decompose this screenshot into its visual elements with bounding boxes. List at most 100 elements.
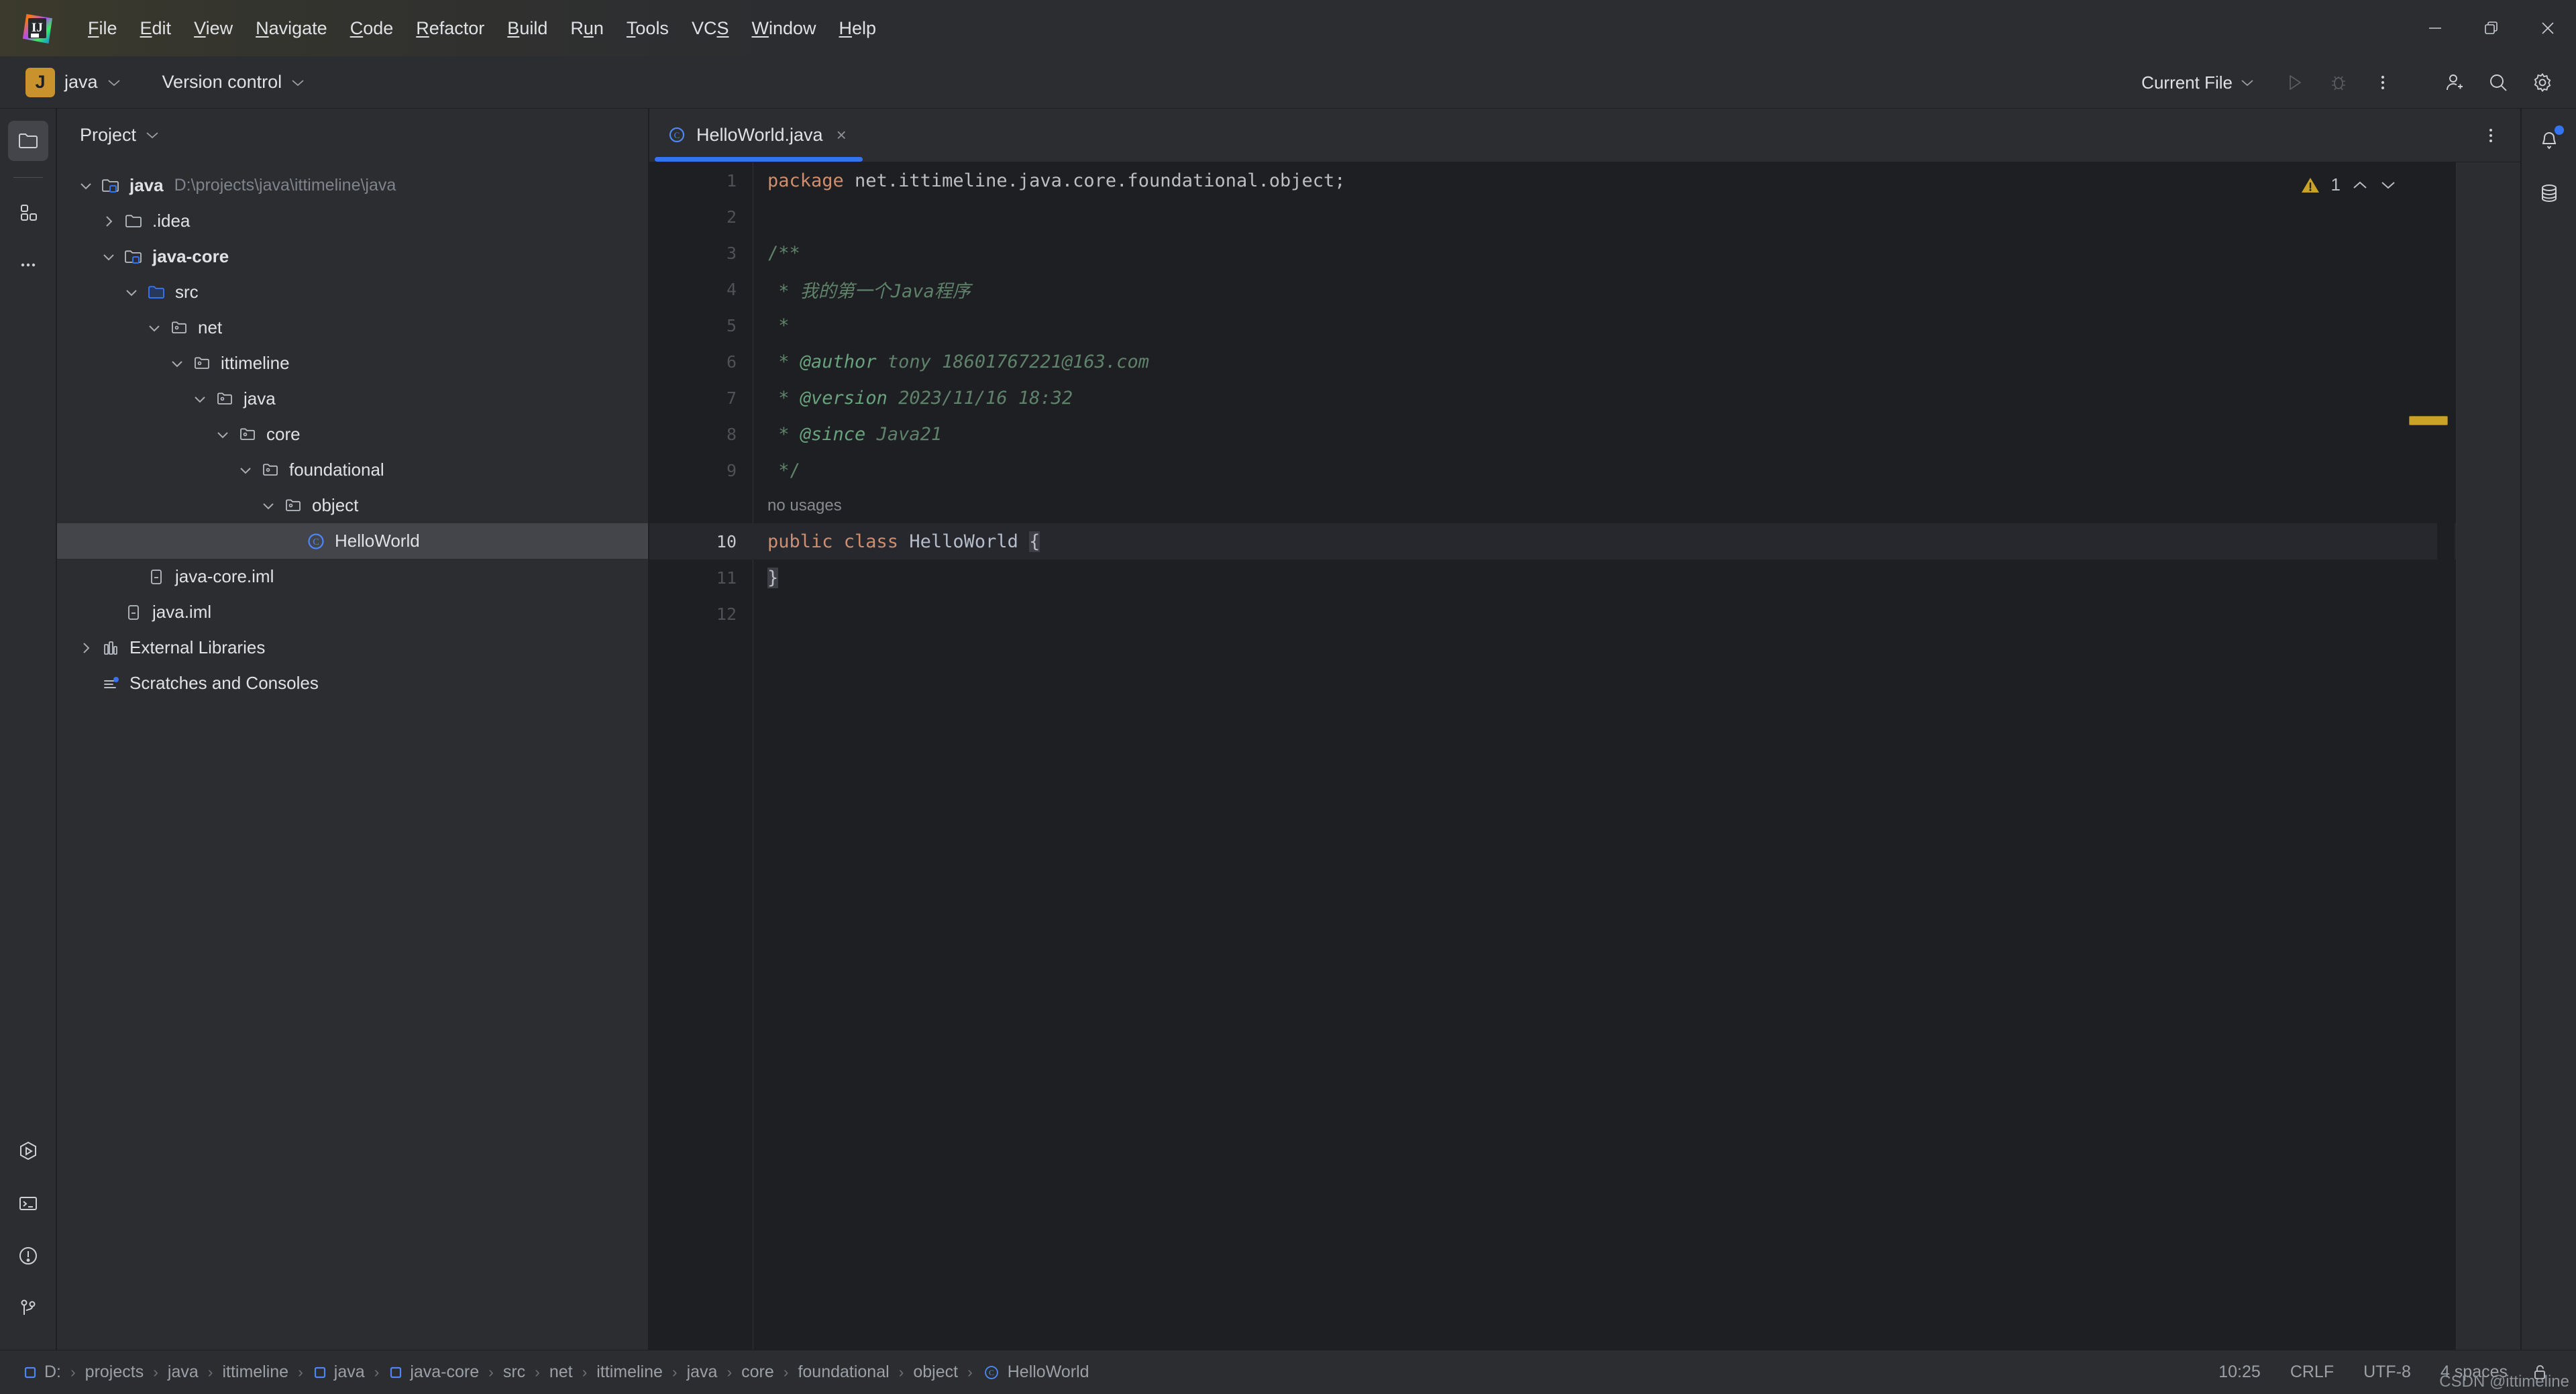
tree-node--idea[interactable]: .idea xyxy=(57,203,648,239)
prev-problem-icon[interactable] xyxy=(2351,180,2369,191)
tree-node-java-core-iml[interactable]: java-core.iml xyxy=(57,559,648,594)
tree-node-foundational[interactable]: foundational xyxy=(57,452,648,488)
error-stripe-rail[interactable] xyxy=(2409,162,2455,1350)
menu-view[interactable]: View xyxy=(182,13,244,43)
menu-navigate[interactable]: Navigate xyxy=(244,13,339,43)
code-editor[interactable]: 1 package net.ittimeline.java.core.founda… xyxy=(649,162,2520,1350)
breadcrumb-item[interactable]: java xyxy=(307,1360,370,1385)
minimize-icon[interactable] xyxy=(2407,0,2463,56)
tree-node-java-iml[interactable]: java.iml xyxy=(57,594,648,630)
debug-icon[interactable] xyxy=(2318,62,2359,103)
menu-build[interactable]: Build xyxy=(496,13,559,43)
chevron-down-icon[interactable] xyxy=(234,466,257,474)
inlay-hint-no-usages[interactable]: no usages xyxy=(649,488,2520,523)
run-icon[interactable] xyxy=(2274,62,2314,103)
run-configuration-selector[interactable]: Current File xyxy=(2132,67,2263,99)
tree-node-external-libraries[interactable]: External Libraries xyxy=(57,630,648,665)
breadcrumb-item[interactable]: java xyxy=(162,1360,204,1385)
line-separator[interactable]: CRLF xyxy=(2275,1357,2349,1387)
breadcrumb-item[interactable]: foundational xyxy=(792,1360,894,1385)
menu-vcs[interactable]: VCS xyxy=(680,13,741,43)
restore-icon[interactable] xyxy=(2463,0,2520,56)
chevron-down-icon[interactable] xyxy=(211,431,234,439)
code-line[interactable]: 10 public class HelloWorld { xyxy=(649,523,2520,559)
code-line[interactable]: 5 * xyxy=(649,307,2520,343)
warning-marker[interactable] xyxy=(2409,416,2448,425)
add-user-icon[interactable] xyxy=(2434,62,2474,103)
breadcrumb-item[interactable]: src xyxy=(498,1360,531,1385)
inspections-widget[interactable]: 1 xyxy=(2300,174,2397,195)
sidebar-item-run[interactable] xyxy=(8,1131,48,1171)
close-icon[interactable]: × xyxy=(834,123,849,146)
code-line[interactable]: 3 /** xyxy=(649,235,2520,271)
tree-node-object[interactable]: object xyxy=(57,488,648,523)
sidebar-item-terminal[interactable] xyxy=(8,1183,48,1224)
menu-file[interactable]: File xyxy=(76,13,129,43)
more-vertical-icon[interactable] xyxy=(2363,62,2403,103)
sidebar-item-notifications[interactable] xyxy=(2529,121,2569,161)
tree-node-scratches-and-consoles[interactable]: Scratches and Consoles xyxy=(57,665,648,701)
tree-node-src[interactable]: src xyxy=(57,274,648,310)
chevron-down-icon[interactable] xyxy=(189,395,211,403)
breadcrumb-item[interactable]: java-core xyxy=(383,1360,484,1385)
breadcrumb-item[interactable]: java xyxy=(682,1360,723,1385)
code-line[interactable]: 1 package net.ittimeline.java.core.founda… xyxy=(649,162,2520,199)
tree-node-net[interactable]: net xyxy=(57,310,648,345)
code-line[interactable]: 12 xyxy=(649,596,2520,632)
tree-node-java[interactable]: java xyxy=(57,381,648,417)
version-control-widget[interactable]: Version control xyxy=(154,66,313,98)
menu-window[interactable]: Window xyxy=(740,13,827,43)
breadcrumb-item[interactable]: projects xyxy=(80,1360,150,1385)
breadcrumb-item[interactable]: core xyxy=(736,1360,780,1385)
menu-edit[interactable]: Edit xyxy=(129,13,183,43)
code-line[interactable]: 2 xyxy=(649,199,2520,235)
chevron-down-icon[interactable] xyxy=(166,360,189,368)
search-icon[interactable] xyxy=(2478,62,2518,103)
sidebar-item-commit[interactable] xyxy=(8,193,48,233)
tree-node-helloworld[interactable]: C HelloWorld xyxy=(57,523,648,559)
menu-run[interactable]: Run xyxy=(559,13,615,43)
tab-helloworld-java[interactable]: C HelloWorld.java × xyxy=(649,108,868,162)
menu-help[interactable]: Help xyxy=(828,13,888,43)
menu-tools[interactable]: Tools xyxy=(615,13,680,43)
tree-node-ittimeline[interactable]: ittimeline xyxy=(57,345,648,381)
chevron-down-icon[interactable] xyxy=(120,288,143,297)
sidebar-item-project[interactable] xyxy=(7,121,48,161)
sidebar-item-git[interactable] xyxy=(8,1288,48,1328)
unlocked-padlock-icon[interactable] xyxy=(2522,1355,2557,1390)
sidebar-item-more[interactable] xyxy=(8,245,48,285)
sidebar-item-database[interactable] xyxy=(2529,173,2569,213)
file-encoding[interactable]: UTF-8 xyxy=(2349,1357,2426,1387)
code-line[interactable]: 4 * 我的第一个Java程序 xyxy=(649,271,2520,307)
chevron-right-icon[interactable] xyxy=(74,641,97,655)
tree-node-java-core[interactable]: java-core xyxy=(57,239,648,274)
next-problem-icon[interactable] xyxy=(2379,180,2397,191)
chevron-down-icon[interactable] xyxy=(146,131,159,139)
breadcrumb-item[interactable]: ittimeline xyxy=(591,1360,668,1385)
breadcrumb-item[interactable]: C HelloWorld xyxy=(977,1360,1095,1385)
chevron-down-icon[interactable] xyxy=(257,502,280,510)
chevron-down-icon[interactable] xyxy=(97,253,120,261)
code-line[interactable]: 11} xyxy=(649,559,2520,596)
sidebar-item-problems[interactable] xyxy=(8,1236,48,1276)
code-line[interactable]: 8 * @since Java21 xyxy=(649,416,2520,452)
project-selector[interactable]: J java xyxy=(17,64,129,101)
gear-icon[interactable] xyxy=(2522,62,2563,103)
tree-node-java[interactable]: java D:\projects\java\ittimeline\java xyxy=(57,168,648,203)
code-line[interactable]: 7 * @version 2023/11/16 18:32 xyxy=(649,380,2520,416)
editor-scrollbar[interactable] xyxy=(2456,162,2520,1350)
caret-position[interactable]: 10:25 xyxy=(2204,1357,2275,1387)
breadcrumb-item[interactable]: net xyxy=(544,1360,578,1385)
indent-setting[interactable]: 4 spaces xyxy=(2426,1357,2522,1387)
chevron-down-icon[interactable] xyxy=(74,182,97,190)
code-line[interactable]: 9 */ xyxy=(649,452,2520,488)
breadcrumb-item[interactable]: D: xyxy=(17,1360,66,1385)
menu-refactor[interactable]: Refactor xyxy=(405,13,496,43)
more-vertical-icon[interactable] xyxy=(2471,115,2511,156)
tree-node-core[interactable]: core xyxy=(57,417,648,452)
chevron-down-icon[interactable] xyxy=(143,324,166,332)
menu-code[interactable]: Code xyxy=(339,13,405,43)
close-icon[interactable] xyxy=(2520,0,2576,56)
breadcrumb-item[interactable]: ittimeline xyxy=(217,1360,294,1385)
breadcrumb-item[interactable]: object xyxy=(908,1360,963,1385)
